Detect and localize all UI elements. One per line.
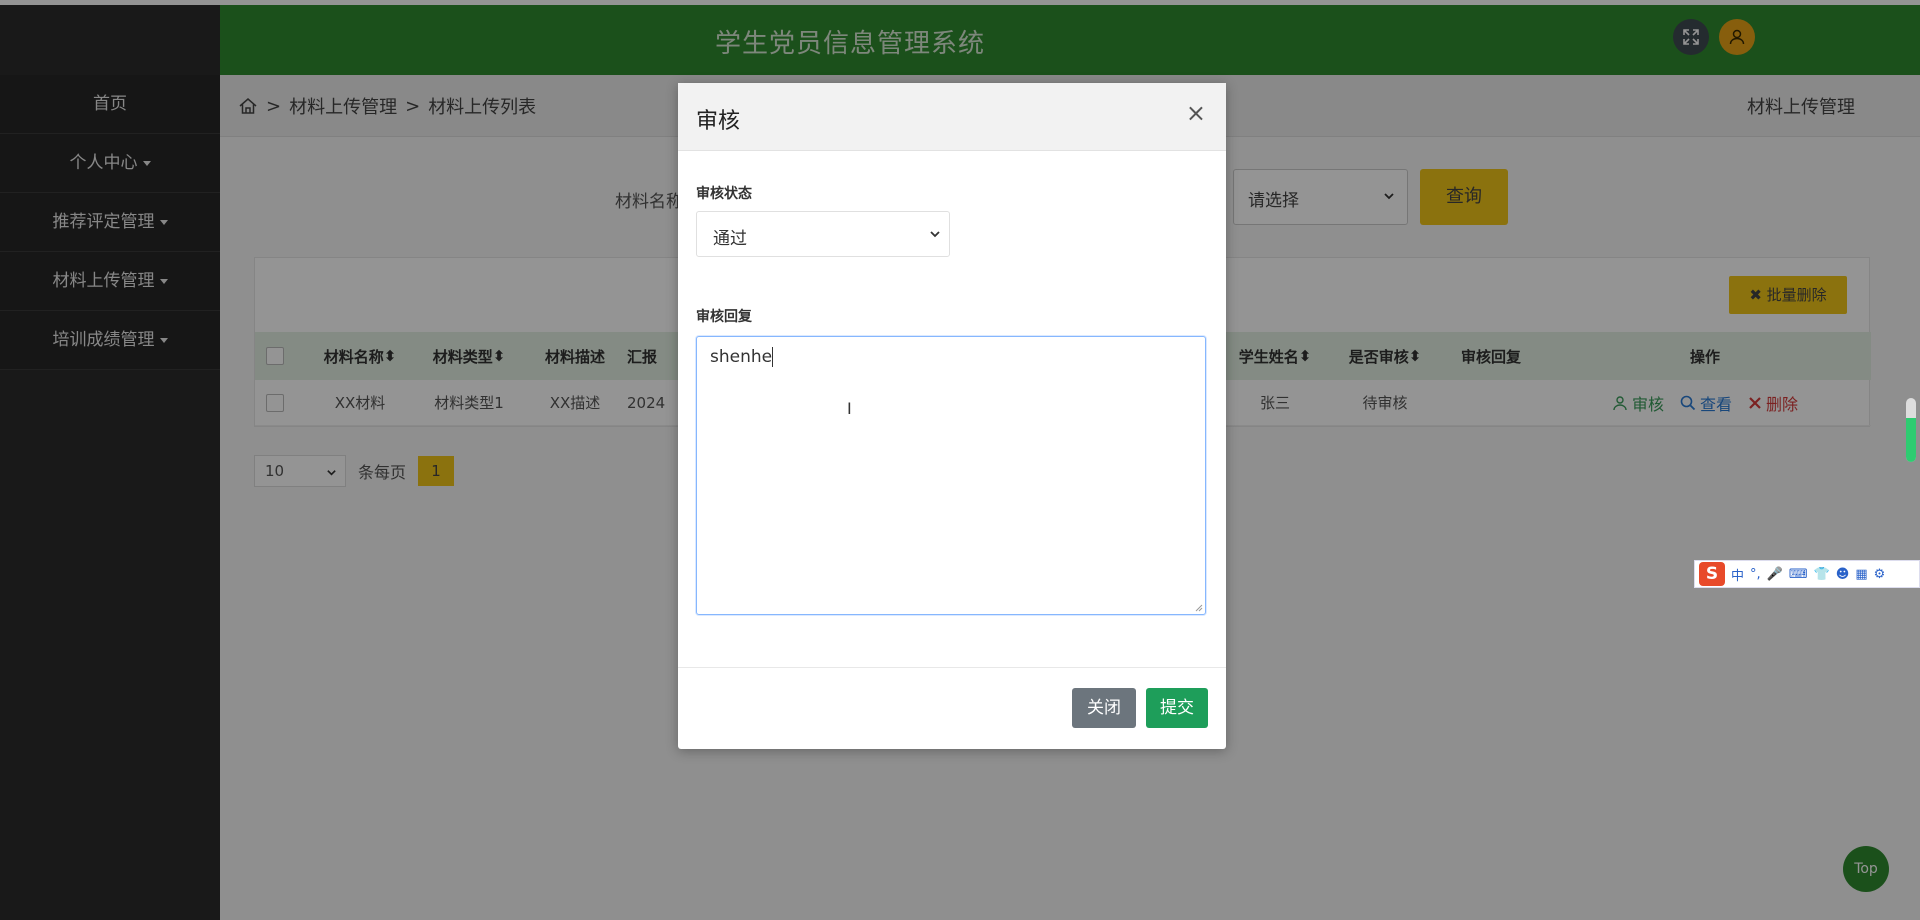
audit-status-select[interactable]: 通过 [696, 211, 950, 257]
modal-footer: 关闭 提交 [678, 667, 1226, 749]
ime-toolbar: S 中 °, 🎤 ⌨ 👕 ☻ ▦ ⚙ [1694, 560, 1920, 588]
modal-title: 审核 [696, 109, 741, 134]
close-button[interactable]: 关闭 [1072, 688, 1136, 728]
chevron-down-icon [930, 231, 940, 238]
audit-reply-label: 审核回复 [696, 309, 752, 325]
audit-reply-text: shenhe [710, 347, 773, 367]
scroll-indicator[interactable] [1906, 398, 1916, 462]
ibeam-cursor-icon: I [847, 399, 852, 418]
skin-icon[interactable]: 👕 [1814, 567, 1830, 582]
modal-header: 审核 × [678, 83, 1226, 151]
sogou-logo-icon[interactable]: S [1699, 562, 1725, 586]
modal-close-button[interactable]: × [1186, 101, 1206, 125]
keyboard-icon[interactable]: ⌨ [1789, 567, 1808, 582]
microphone-icon[interactable]: 🎤 [1767, 567, 1783, 582]
text-cursor [772, 347, 774, 367]
audit-status-value: 通过 [713, 229, 747, 249]
settings-icon[interactable]: ⚙ [1874, 567, 1886, 582]
grid-icon[interactable]: ▦ [1855, 567, 1867, 582]
audit-status-label: 审核状态 [696, 186, 752, 202]
emoji-icon[interactable]: ☻ [1836, 567, 1850, 582]
audit-modal: 审核 × 审核状态 通过 审核回复 shenhe I 关闭 提交 [678, 83, 1226, 749]
audit-reply-textarea[interactable]: shenhe I [696, 336, 1206, 615]
scroll-thumb [1906, 418, 1916, 462]
ime-punct-label[interactable]: °, [1750, 567, 1761, 582]
resize-grip-icon[interactable] [1193, 602, 1203, 612]
ime-mode-label[interactable]: 中 [1731, 565, 1744, 584]
submit-button[interactable]: 提交 [1146, 688, 1208, 728]
